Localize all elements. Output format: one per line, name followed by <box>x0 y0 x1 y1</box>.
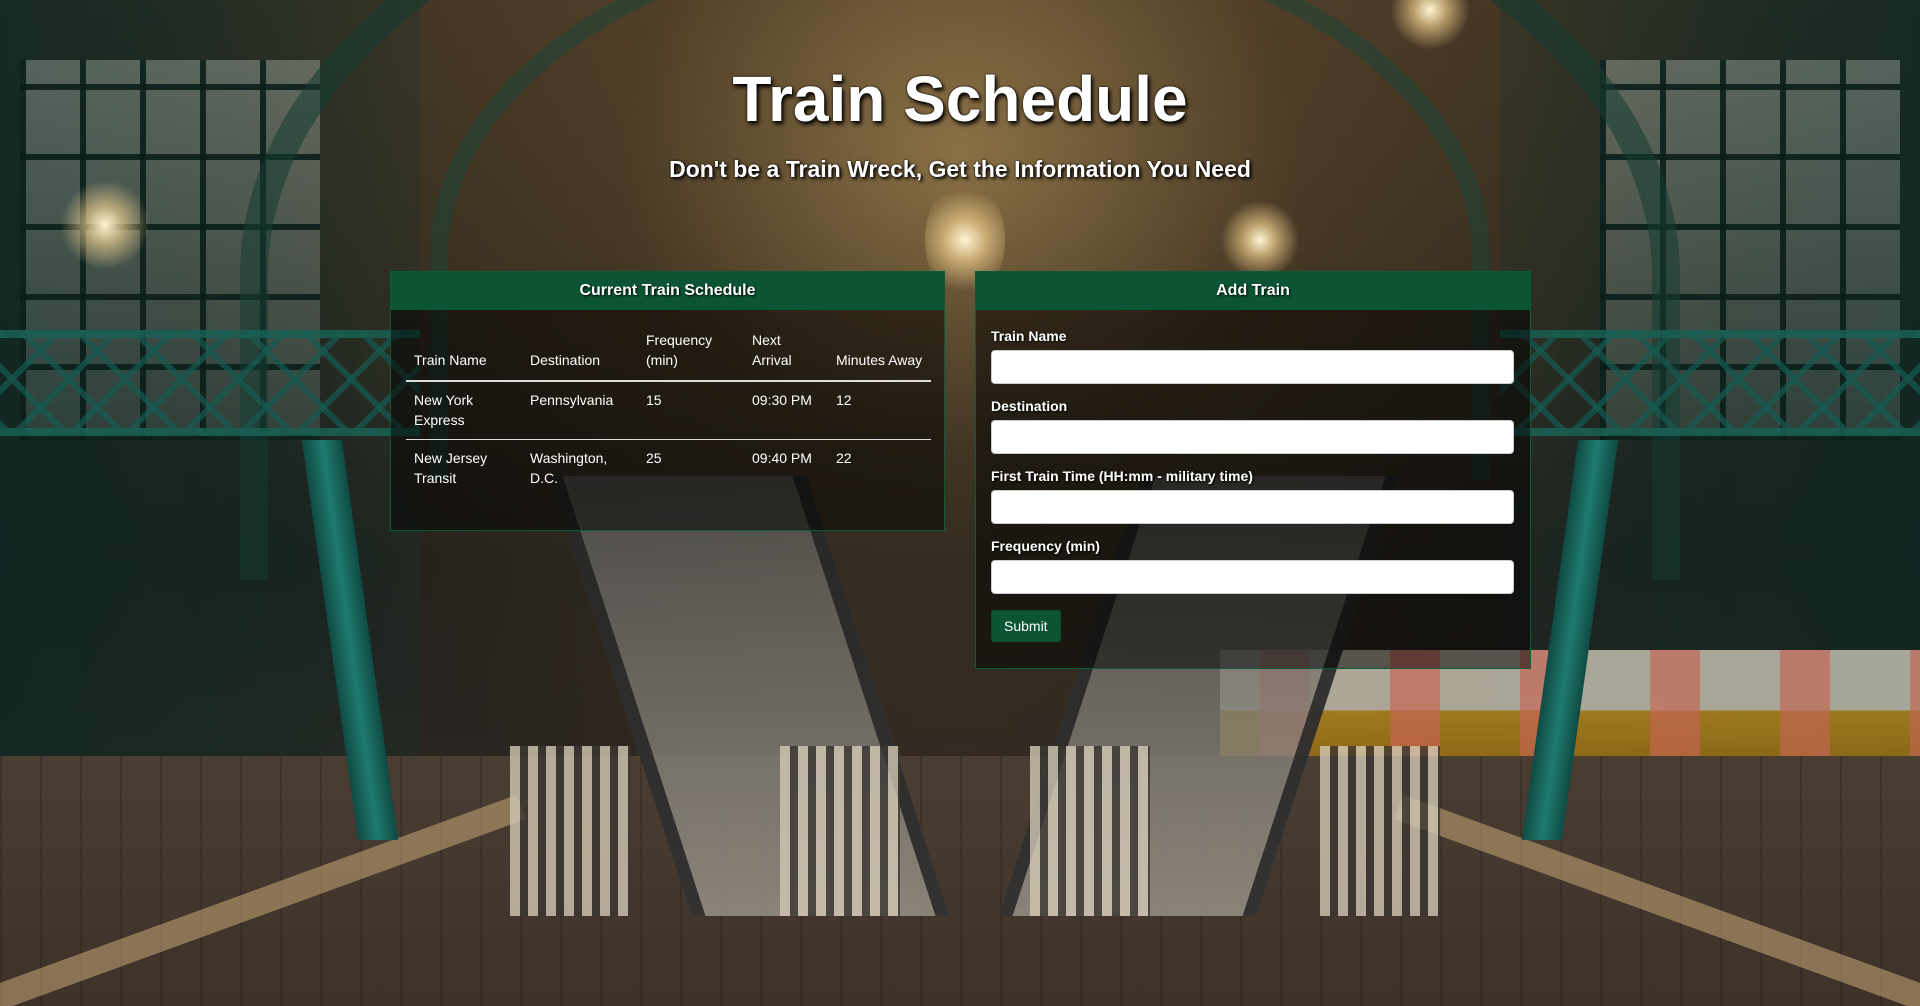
background-railing-right <box>1500 330 1920 436</box>
schedule-table: Train Name Destination Frequency (min) N… <box>406 330 931 497</box>
table-row: New York Express Pennsylvania 15 09:30 P… <box>406 381 931 440</box>
column-header-minutes-away: Minutes Away <box>828 330 931 382</box>
frequency-input[interactable] <box>991 560 1514 594</box>
destination-label: Destination <box>991 398 1068 414</box>
cell-frequency: 25 <box>646 450 662 466</box>
train-name-input[interactable] <box>991 350 1514 384</box>
destination-input[interactable] <box>991 420 1514 454</box>
page-subtitle: Don't be a Train Wreck, Get the Informat… <box>669 156 1251 182</box>
column-header-next-arrival: Next Arrival <box>744 330 828 382</box>
train-name-label: Train Name <box>991 328 1067 344</box>
schedule-panel: Current Train Schedule Train Name Destin… <box>390 271 945 531</box>
background-gate <box>1320 746 1440 916</box>
frequency-label: Frequency (min) <box>991 538 1100 554</box>
add-train-panel: Add Train Train Name Destination First T… <box>975 271 1531 669</box>
column-header-train-name: Train Name <box>406 330 522 382</box>
submit-button[interactable]: Submit <box>991 610 1061 642</box>
cell-frequency: 15 <box>638 381 744 440</box>
background-gate <box>1030 746 1150 916</box>
cell-next-arrival: 09:30 PM <box>744 381 828 440</box>
background-railing-left <box>0 330 420 436</box>
background-lamp <box>60 180 150 270</box>
cell-destination: Washington, D.C. <box>530 450 608 486</box>
page-title: Train Schedule <box>732 63 1188 135</box>
cell-train-name: New York Express <box>406 381 522 440</box>
background-gate <box>510 746 630 916</box>
add-train-form: Train Name Destination First Train Time … <box>976 310 1530 642</box>
first-train-time-label: First Train Time (HH:mm - military time) <box>991 468 1253 484</box>
cell-next-arrival: 09:40 PM <box>752 450 812 466</box>
cell-minutes-away: 12 <box>828 381 931 440</box>
station-background <box>0 0 1920 1006</box>
form-group-first-train-time: First Train Time (HH:mm - military time) <box>991 468 1515 524</box>
cell-train-name: New Jersey Transit <box>414 450 488 486</box>
background-lamp <box>1220 200 1300 280</box>
cell-minutes-away: 22 <box>836 450 852 466</box>
schedule-panel-heading: Current Train Schedule <box>391 272 944 310</box>
table-header-row: Train Name Destination Frequency (min) N… <box>406 330 931 382</box>
cell-destination: Pennsylvania <box>522 381 638 440</box>
table-row: New Jersey Transit Washington, D.C. 25 0… <box>406 440 931 498</box>
background-gate <box>780 746 900 916</box>
column-header-frequency: Frequency (min) <box>638 330 744 382</box>
column-header-destination: Destination <box>522 330 638 382</box>
form-group-train-name: Train Name <box>991 328 1515 384</box>
add-train-panel-heading: Add Train <box>976 272 1530 310</box>
form-group-frequency: Frequency (min) <box>991 538 1515 594</box>
first-train-time-input[interactable] <box>991 490 1514 524</box>
form-group-destination: Destination <box>991 398 1515 454</box>
